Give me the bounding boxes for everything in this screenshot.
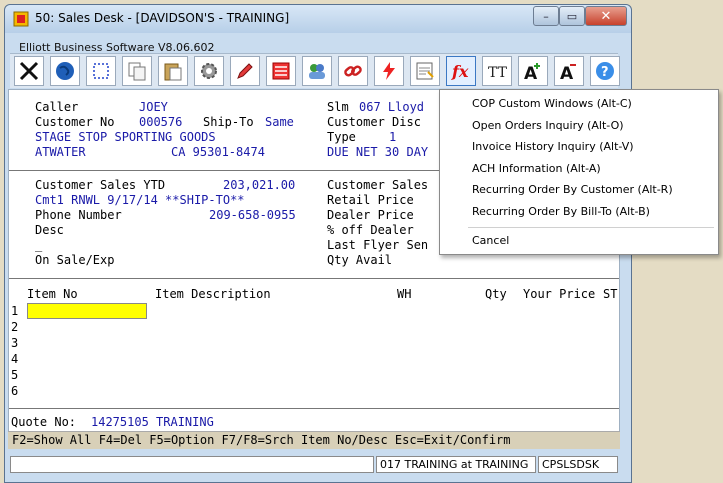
- ship-to-value[interactable]: Same: [265, 115, 294, 130]
- status-message: [10, 456, 374, 473]
- dealer-price-label: Dealer Price: [327, 208, 414, 222]
- copy-icon[interactable]: [122, 56, 152, 86]
- select-icon[interactable]: [86, 56, 116, 86]
- menu-item-open-orders-inquiry[interactable]: Open Orders Inquiry (Alt-O): [472, 119, 624, 132]
- last-flyer-label: Last Flyer Sen: [327, 238, 429, 252]
- function-context-menu: COP Custom Windows (Alt-C) Open Orders I…: [439, 89, 719, 255]
- notes-icon[interactable]: [410, 56, 440, 86]
- customer-state-zip: CA 95301-8474: [171, 145, 265, 159]
- col-header-st: ST: [603, 287, 618, 301]
- menu-separator: [468, 227, 714, 228]
- app-icon: [13, 11, 29, 27]
- phone-label: Phone Number: [35, 208, 122, 222]
- col-header-item-no: Item No: [27, 287, 78, 301]
- globe-icon[interactable]: [50, 56, 80, 86]
- row-number: 3: [11, 336, 19, 350]
- title-bar[interactable]: 50: Sales Desk - [DAVIDSON'S - TRAINING]…: [5, 5, 631, 33]
- ship-to-label: Ship-To: [203, 115, 254, 129]
- row-number: 5: [11, 368, 19, 382]
- help-icon[interactable]: ?: [590, 56, 620, 86]
- terms-value: DUE NET 30 DAY: [327, 145, 429, 159]
- slm-value[interactable]: 067 Lloyd: [359, 100, 424, 115]
- status-program: CPSLSDSK: [538, 456, 618, 473]
- customer-disc-label: Customer Disc: [327, 115, 421, 129]
- function-icon[interactable]: fx: [446, 56, 476, 86]
- sales-ytd-label: Customer Sales YTD: [35, 178, 166, 192]
- col-header-description: Item Description: [155, 287, 271, 301]
- sales-ytd-value: 203,021.00: [223, 178, 296, 192]
- window-title: 50: Sales Desk - [DAVIDSON'S - TRAINING]: [35, 11, 290, 25]
- customer-no-label: Customer No: [35, 115, 115, 129]
- menu-item-recurring-order-by-customer[interactable]: Recurring Order By Customer (Alt-R): [472, 183, 673, 196]
- divider: [9, 278, 619, 279]
- close-button[interactable]: ✕: [585, 6, 627, 26]
- divider: [9, 408, 619, 409]
- row-number: 2: [11, 320, 19, 334]
- svg-text:?: ?: [601, 65, 609, 80]
- type-value: 1: [389, 130, 397, 144]
- caller-value[interactable]: JOEY: [139, 100, 168, 115]
- toolbar: fx TT A A ?: [10, 53, 620, 88]
- svg-text:fx: fx: [451, 62, 469, 81]
- desc-label: Desc: [35, 223, 64, 237]
- status-bar: 017 TRAINING at TRAINING CPSLSDSK: [8, 454, 620, 476]
- quote-value: 14275105 TRAINING: [91, 415, 214, 429]
- status-user: 017 TRAINING at TRAINING: [376, 456, 536, 473]
- menu-item-invoice-history-inquiry[interactable]: Invoice History Inquiry (Alt-V): [472, 140, 634, 153]
- menu-item-cop-custom-windows[interactable]: COP Custom Windows (Alt-C): [472, 97, 632, 110]
- quote-label: Quote No:: [11, 415, 77, 429]
- users-icon[interactable]: [302, 56, 332, 86]
- caller-label: Caller: [35, 100, 79, 114]
- underscore-mark: _: [35, 238, 43, 252]
- customer-sales-label: Customer Sales: [327, 178, 429, 192]
- customer-name: STAGE STOP SPORTING GOODS: [35, 130, 216, 144]
- item-no-input[interactable]: [27, 303, 147, 319]
- svg-text:A: A: [560, 64, 574, 82]
- menu-item-ach-information[interactable]: ACH Information (Alt-A): [472, 162, 601, 175]
- row-number: 6: [11, 384, 19, 398]
- maximize-button[interactable]: ▭: [559, 6, 585, 26]
- col-header-price: Your Price: [523, 287, 596, 301]
- phone-value: 209-658-0955: [209, 208, 296, 222]
- col-header-wh: WH: [397, 287, 412, 301]
- flash-icon[interactable]: [374, 56, 404, 86]
- retail-price-label: Retail Price: [327, 193, 414, 207]
- font-icon[interactable]: TT: [482, 56, 512, 86]
- edit-icon[interactable]: [230, 56, 260, 86]
- pct-off-dealer-label: % off Dealer: [327, 223, 414, 237]
- slm-label: Slm: [327, 100, 349, 114]
- menu-item-recurring-order-by-bill-to[interactable]: Recurring Order By Bill-To (Alt-B): [472, 205, 650, 218]
- gear-icon[interactable]: [194, 56, 224, 86]
- function-key-bar: F2=Show All F4=Del F5=Option F7/F8=Srch …: [8, 431, 620, 449]
- customer-no-value[interactable]: 000576: [139, 115, 182, 130]
- minimize-button[interactable]: –: [533, 6, 559, 26]
- qty-avail-label: Qty Avail: [327, 253, 393, 267]
- on-sale-label: On Sale/Exp: [35, 253, 115, 267]
- list-icon[interactable]: [266, 56, 296, 86]
- row-number: 1: [11, 304, 19, 318]
- svg-text:TT: TT: [488, 65, 508, 81]
- row-number: 4: [11, 352, 19, 366]
- menu-item-cancel[interactable]: Cancel: [472, 234, 509, 247]
- comment-1: Cmt1 RNWL 9/17/14 **SHIP-TO**: [35, 193, 245, 207]
- paste-icon[interactable]: [158, 56, 188, 86]
- scissors-icon[interactable]: [14, 56, 44, 86]
- col-header-qty: Qty: [485, 287, 507, 301]
- type-label: Type: [327, 130, 356, 144]
- font-smaller-icon[interactable]: A: [554, 56, 584, 86]
- font-larger-icon[interactable]: A: [518, 56, 548, 86]
- customer-city: ATWATER: [35, 145, 86, 159]
- link-icon[interactable]: [338, 56, 368, 86]
